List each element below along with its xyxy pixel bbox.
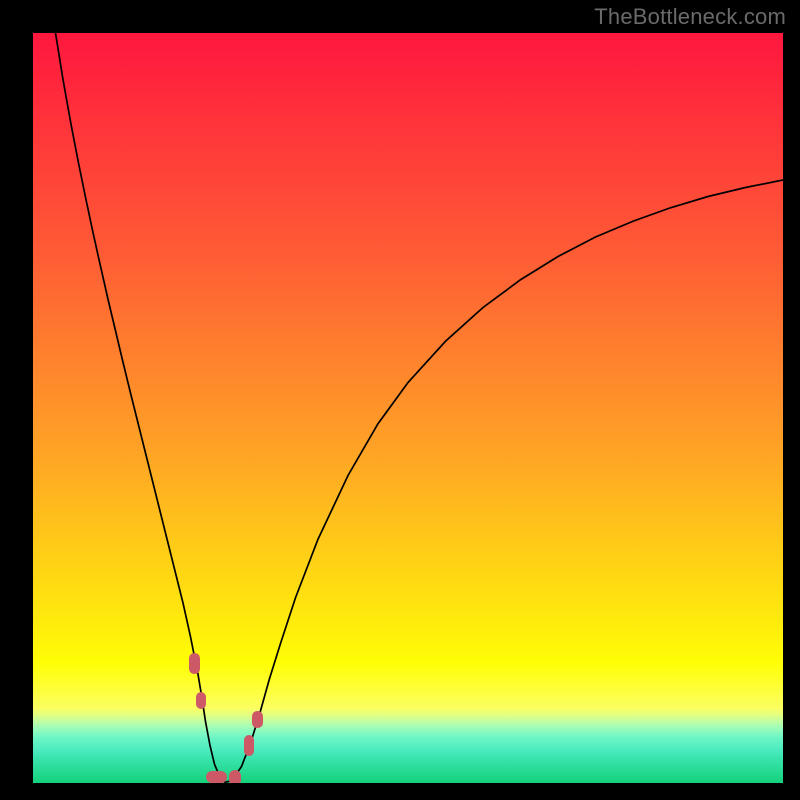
marker-dot [196,692,207,709]
marker-dot [252,711,263,728]
marker-dot [244,735,255,756]
marker-dot [206,771,227,783]
marker-dot [189,653,200,674]
curve-layer [33,33,783,783]
bottleneck-curve [56,33,784,782]
marker-dot [229,770,241,784]
plot-area [33,33,783,783]
watermark-text: TheBottleneck.com [594,4,786,30]
chart-frame: TheBottleneck.com [0,0,800,800]
